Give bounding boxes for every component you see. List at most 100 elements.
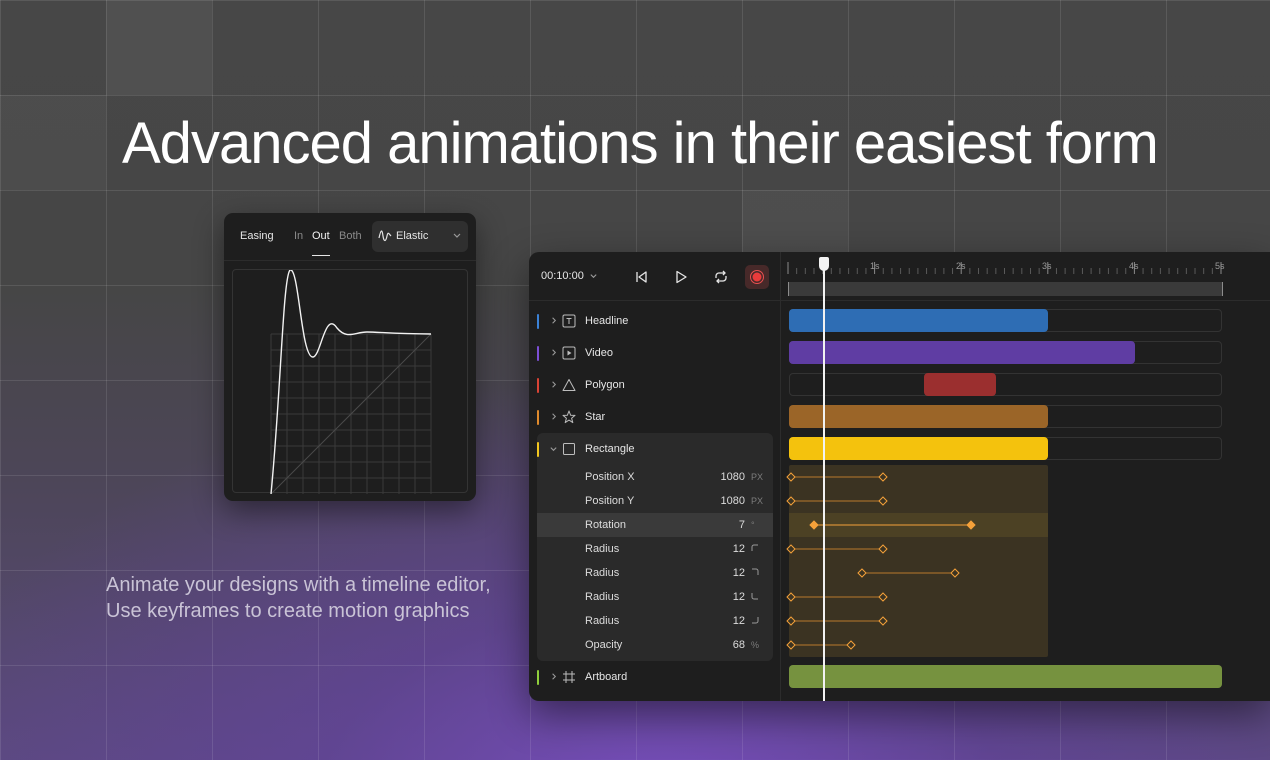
keyframe-diamond [966,520,976,530]
easing-title: Easing [240,230,274,242]
property-unit: PX [751,496,764,506]
property-name: Opacity [585,639,623,651]
easing-preset-label: Elastic [396,230,429,242]
chevron-down-icon [453,233,461,238]
property-unit: % [751,640,760,650]
layer-row-polygon[interactable]: Polygon [529,369,781,401]
keyframe-diamond [786,472,796,482]
layer-row-rectangle[interactable]: Rectangle [529,433,781,465]
layer-name: Video [585,347,613,359]
property-value[interactable]: 1080 [721,471,745,483]
record-button[interactable] [745,265,769,289]
skip-to-start-button[interactable] [629,265,653,289]
easing-panel: Easing In Out Both Elastic [224,213,476,501]
property-row-radius-top-left[interactable]: Radius 12 [537,537,773,561]
property-row-position-x[interactable]: Position X 1080 PX [537,465,773,489]
elastic-wave-icon [378,230,392,242]
keyframe-diamond [786,640,796,650]
property-name: Position X [585,471,635,483]
keyframes-layer [786,472,976,650]
corner-top-left-icon [751,544,758,551]
record-icon [750,270,764,284]
property-value[interactable]: 12 [733,567,745,579]
property-value[interactable]: 68 [733,639,745,651]
tab-out[interactable]: Out [312,230,330,256]
subtext-line: Animate your designs with a timeline edi… [106,574,491,596]
layer-color-marker [537,314,539,329]
property-value[interactable]: 12 [733,591,745,603]
property-value[interactable]: 12 [733,615,745,627]
layer-row-star[interactable]: Star [529,401,781,433]
property-name: Radius [585,615,620,627]
layer-name: Polygon [585,379,625,391]
property-name: Position Y [585,495,635,507]
play-button[interactable] [669,265,693,289]
property-unit: PX [751,472,764,482]
property-name: Radius [585,567,620,579]
property-row-radius-bottom-right[interactable]: Radius 12 [537,609,773,633]
property-unit: ° [751,520,755,530]
property-row-radius-top-right[interactable]: Radius 12 [537,561,773,585]
easing-curve-svg [270,269,432,495]
easing-curve-graph[interactable] [232,269,468,495]
chevron-right-icon[interactable] [549,348,558,357]
property-name: Radius [585,591,620,603]
property-row-radius-bottom-left[interactable]: Radius 12 [537,585,773,609]
chevron-down-icon[interactable] [589,271,598,280]
keyframe-diamond [786,544,796,554]
play-icon [676,270,687,284]
background-tile [0,95,106,190]
property-row-opacity[interactable]: Opacity 68 % [537,633,773,657]
easing-preset-select[interactable]: Elastic [372,221,468,252]
easing-header: Easing In Out Both Elastic [224,213,476,261]
background-tile [106,0,212,95]
keyframe-diamond [857,568,867,578]
keyframe-diamond [878,592,888,602]
keyframe-diamond [846,640,856,650]
star-icon [562,410,576,424]
layer-name: Star [585,411,606,423]
clip-artboard[interactable] [789,665,1222,688]
property-value[interactable]: 12 [733,543,745,555]
text-icon [562,314,576,328]
property-row-rotation[interactable]: Rotation 7 ° [537,513,773,537]
keyframe-diamond [786,496,796,506]
corner-top-right-icon [752,568,759,575]
hero-headline: Advanced animations in their easiest for… [122,111,1159,176]
layer-color-marker [537,442,539,457]
timeline-tracks: 1s 2s 3s 4s 5s [781,252,1270,701]
corner-bottom-left-icon [751,593,758,600]
playhead-handle[interactable] [819,257,829,271]
subtext-line: Use keyframes to create motion graphics [106,600,470,622]
layer-color-marker [537,378,539,393]
property-value[interactable]: 7 [739,519,745,531]
chevron-right-icon[interactable] [549,316,558,325]
keyframe-diamond [786,616,796,626]
keyframe-diamond [878,496,888,506]
corner-bottom-right-icon [752,617,759,624]
property-row-position-y[interactable]: Position Y 1080 PX [537,489,773,513]
time-display[interactable]: 00:10:00 [541,270,584,282]
playhead-line [823,264,825,701]
keyframe-diamond [878,544,888,554]
chevron-right-icon[interactable] [549,412,558,421]
property-name: Rotation [585,519,626,531]
layer-row-video[interactable]: Video [529,337,781,369]
chevron-right-icon[interactable] [549,380,558,389]
artboard-icon [563,671,575,683]
rectangle-icon [563,443,575,455]
video-icon [562,346,576,360]
layers-pane: 00:10:00 Headline Video Polygon Star Rec… [529,252,781,701]
triangle-icon [562,379,576,391]
tab-both[interactable]: Both [339,230,362,242]
tab-in[interactable]: In [294,230,303,242]
chevron-down-icon[interactable] [549,444,558,453]
layer-row-artboard[interactable]: Artboard [529,661,781,693]
timeline-panel: 00:10:00 Headline Video Polygon Star Rec… [529,252,1270,701]
chevron-right-icon[interactable] [549,672,558,681]
layer-row-headline[interactable]: Headline [529,305,781,337]
loop-icon [715,270,727,284]
loop-button[interactable] [709,265,733,289]
keyframe-diamond [950,568,960,578]
property-value[interactable]: 1080 [721,495,745,507]
